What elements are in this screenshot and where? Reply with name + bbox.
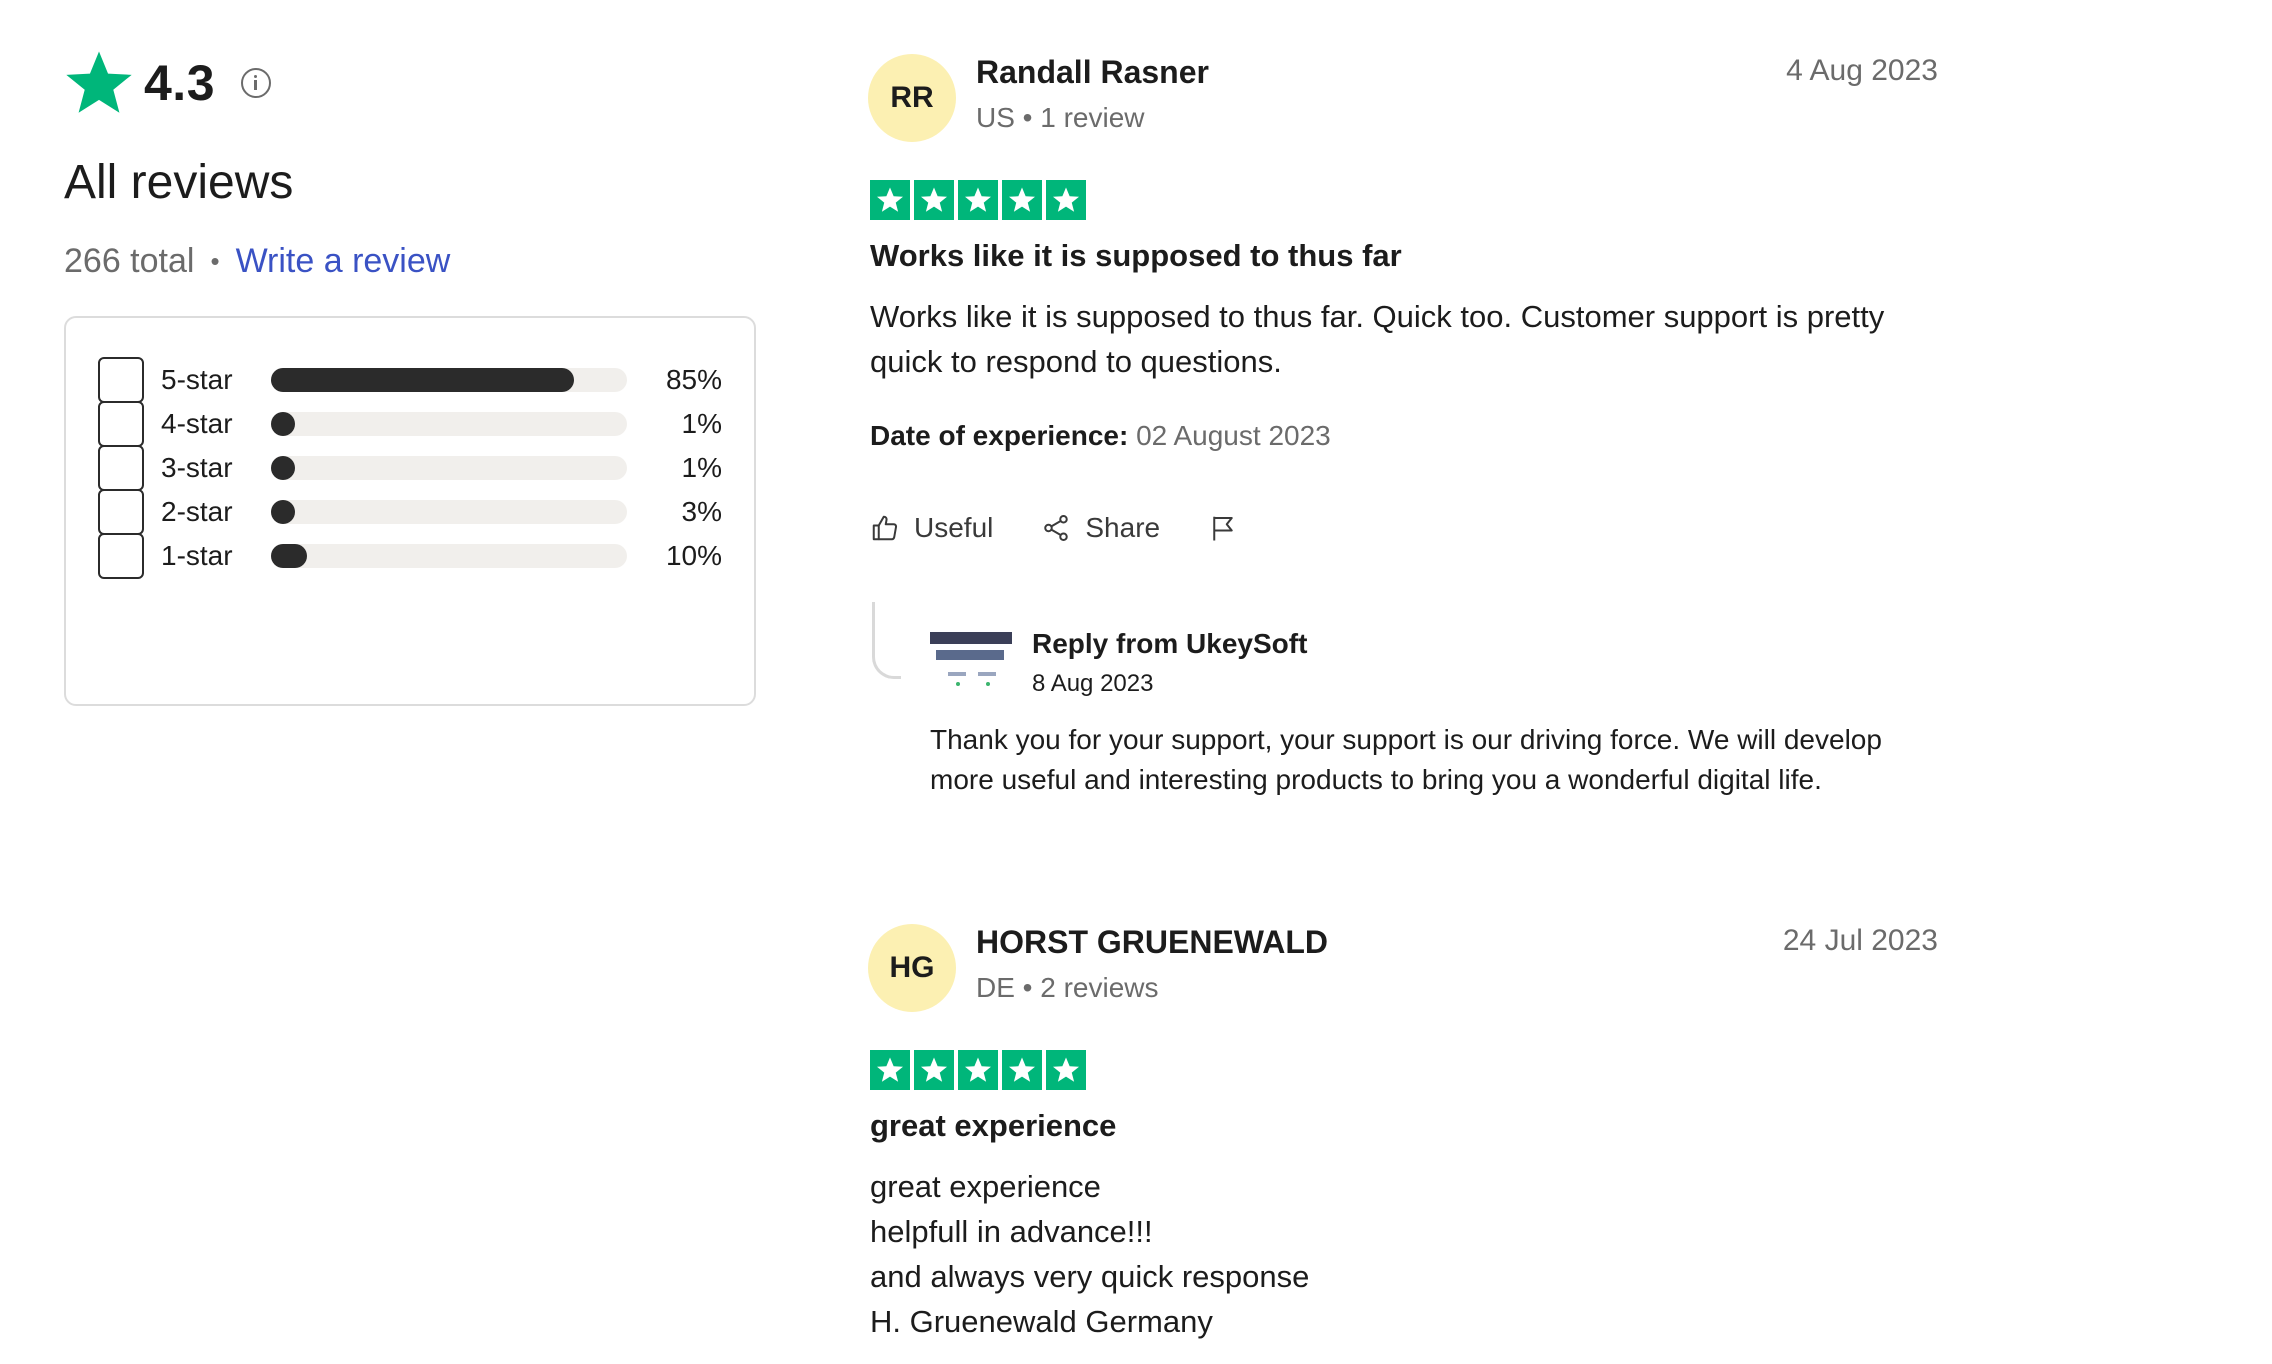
checkbox-3-star[interactable]	[98, 445, 144, 491]
filter-bar-track	[271, 456, 627, 480]
filter-bar-fill	[271, 368, 574, 392]
star-icon	[914, 1050, 954, 1090]
filter-bar-fill	[271, 544, 307, 568]
reply-date: 8 Aug 2023	[1032, 670, 1154, 697]
review-card: RR Randall Rasner US • 1 review 4 Aug 20…	[868, 54, 1938, 824]
filter-bar-track	[271, 500, 627, 524]
star-icon	[1046, 180, 1086, 220]
experience-label: Date of experience:	[870, 420, 1129, 451]
star-rating	[870, 180, 1090, 220]
filter-label: 4-star	[161, 408, 233, 439]
useful-label: Useful	[914, 512, 994, 543]
filter-label: 2-star	[161, 496, 233, 527]
filter-label: 1-star	[161, 540, 233, 571]
date-of-experience: Date of experience: 02 August 2023	[870, 420, 1331, 452]
filter-bar-track	[271, 368, 627, 392]
filter-bar-fill	[271, 456, 295, 480]
thumbs-up-icon	[872, 515, 898, 541]
star-rating	[870, 1050, 1090, 1090]
total-reviews: 266 total	[64, 242, 195, 280]
write-review-link[interactable]: Write a review	[236, 242, 451, 281]
star-icon	[914, 180, 954, 220]
filter-bar-track	[271, 544, 627, 568]
separator: •	[210, 246, 220, 276]
star-icon	[1002, 180, 1042, 220]
filter-label: 3-star	[161, 452, 233, 483]
review-date: 24 Jul 2023	[1782, 924, 1938, 957]
review-date: 4 Aug 2023	[1786, 54, 1938, 87]
filter-row-4-star[interactable]: 4-star 1%	[98, 400, 722, 448]
star-filter-panel: 5-star 85% 4-star 1% 3-star 1% 2-star 3%…	[64, 316, 756, 706]
rating-star-icon	[64, 48, 134, 118]
reviewer-meta: US • 1 review	[976, 102, 1145, 133]
star-icon	[958, 1050, 998, 1090]
share-label: Share	[1085, 512, 1161, 543]
review-card: HG HORST GRUENEWALD DE • 2 reviews 24 Ju…	[868, 924, 1938, 1344]
review-title[interactable]: great experience	[870, 1108, 1116, 1144]
useful-button[interactable]: Useful	[870, 512, 993, 544]
reply-author: Reply from UkeySoft	[1032, 628, 1308, 659]
filter-percent: 85%	[665, 364, 722, 395]
report-button[interactable]	[1208, 513, 1252, 543]
filter-bar-fill	[271, 412, 295, 436]
reviewer-name[interactable]: HORST GRUENEWALD	[976, 924, 1328, 961]
star-icon	[870, 1050, 910, 1090]
info-icon[interactable]	[241, 68, 272, 98]
checkbox-4-star[interactable]	[98, 401, 144, 447]
star-icon	[958, 180, 998, 220]
review-body: Works like it is supposed to thus far. Q…	[870, 299, 1885, 379]
avatar[interactable]: RR	[868, 54, 956, 142]
review-title[interactable]: Works like it is supposed to thus far	[870, 238, 1402, 274]
rating-value: 4.3	[144, 55, 216, 111]
star-icon	[1046, 1050, 1086, 1090]
star-icon	[1002, 1050, 1042, 1090]
reply-connector	[872, 602, 901, 679]
review-actions: Useful Share	[870, 512, 1252, 544]
filter-percent: 1%	[681, 408, 722, 439]
flag-icon	[1213, 516, 1233, 541]
avatar[interactable]: HG	[868, 924, 956, 1012]
checkbox-2-star[interactable]	[98, 489, 144, 535]
filter-percent: 3%	[681, 496, 722, 527]
filter-bar-track	[271, 412, 627, 436]
review-body: great experience helpfull in advance!!! …	[870, 1169, 1310, 1339]
company-logo	[930, 632, 1012, 696]
share-button[interactable]: Share	[1041, 512, 1160, 544]
filter-percent: 10%	[665, 540, 722, 571]
filter-row-5-star[interactable]: 5-star 85%	[98, 356, 722, 404]
filter-row-3-star[interactable]: 3-star 1%	[98, 444, 722, 492]
checkbox-1-star[interactable]	[98, 533, 144, 579]
page-title: All reviews	[64, 156, 294, 209]
reviewer-name[interactable]: Randall Rasner	[976, 54, 1209, 91]
star-icon	[870, 180, 910, 220]
reply-body: Thank you for your support, your support…	[930, 724, 1882, 795]
filter-bar-fill	[271, 500, 295, 524]
overall-rating: 4.3	[64, 48, 272, 118]
filter-label: 5-star	[161, 364, 233, 395]
share-icon	[1044, 515, 1069, 541]
review-summary: 266 total • Write a review	[64, 242, 450, 281]
filter-percent: 1%	[681, 452, 722, 483]
filter-row-1-star[interactable]: 1-star 10%	[98, 532, 722, 580]
reviewer-meta: DE • 2 reviews	[976, 972, 1159, 1003]
checkbox-5-star[interactable]	[98, 357, 144, 403]
filter-row-2-star[interactable]: 2-star 3%	[98, 488, 722, 536]
experience-date: 02 August 2023	[1136, 420, 1331, 451]
